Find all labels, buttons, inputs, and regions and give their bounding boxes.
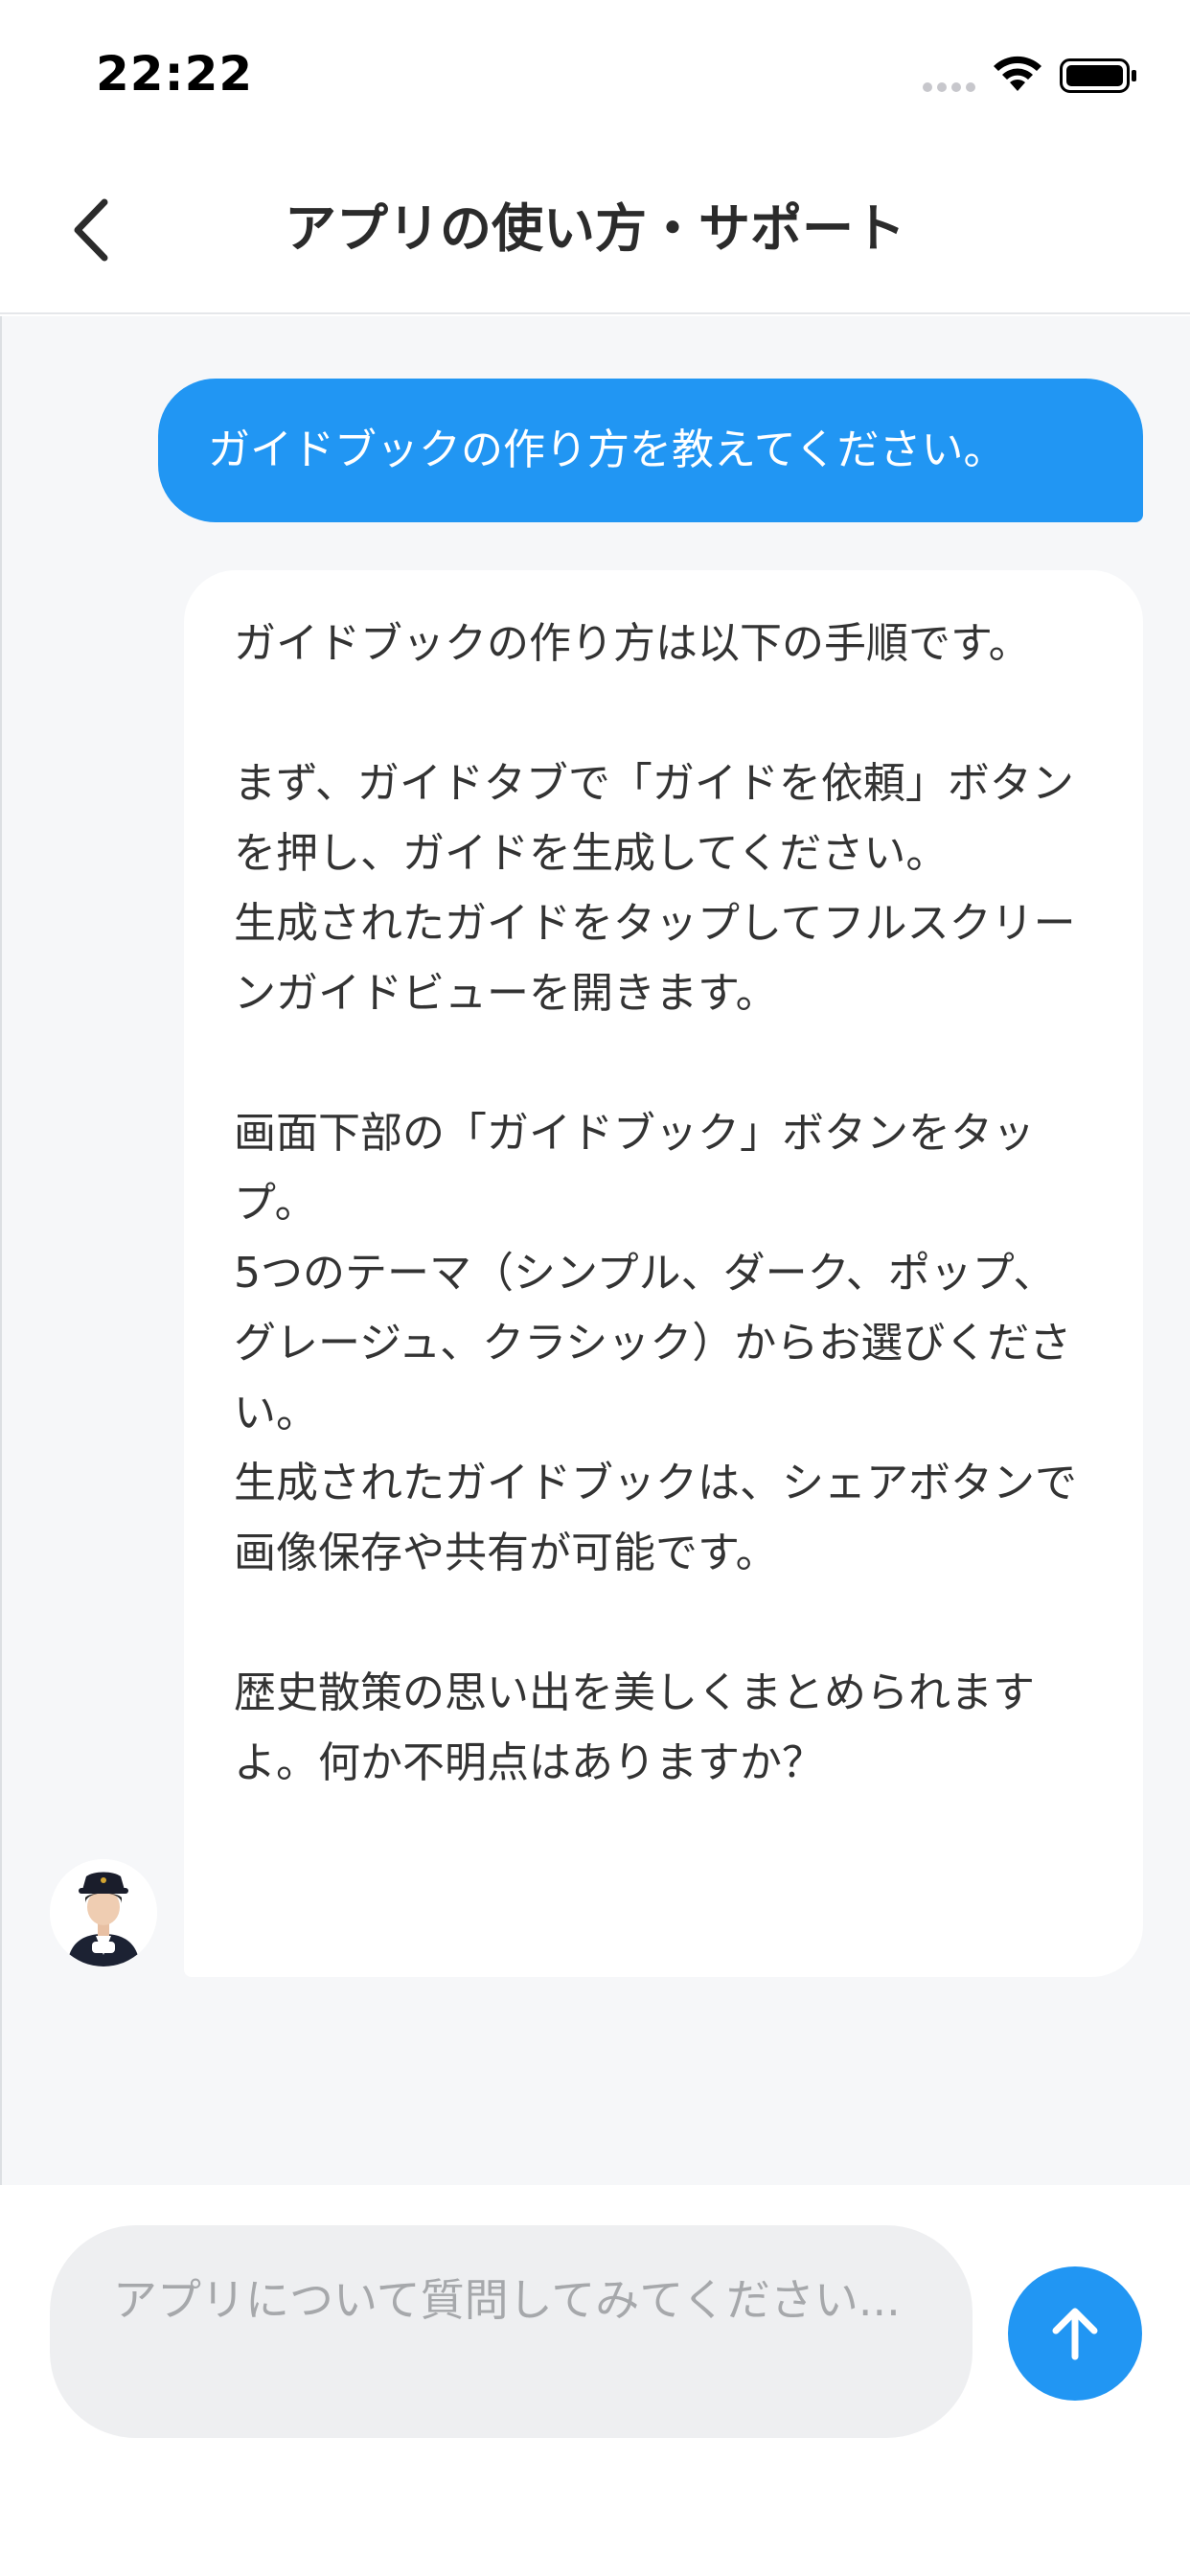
chat-area[interactable]: ガイドブックの作り方を教えてください。 ガイドブックの作り方は以下の手順です。 … — [0, 316, 1190, 2310]
wifi-icon — [994, 56, 1041, 91]
assistant-message-bubble: ガイドブックの作り方は以下の手順です。 まず、ガイドタブで「ガイドを依頼」ボタン… — [184, 570, 1143, 1977]
home-indicator-area — [0, 2511, 1190, 2576]
status-bar: 22:22 — [0, 0, 1190, 144]
navigation-bar: アプリの使い方・サポート — [0, 144, 1190, 314]
assistant-message-text: ガイドブックの作り方は以下の手順です。 まず、ガイドタブで「ガイドを依頼」ボタン… — [234, 619, 1077, 1787]
arrow-up-icon — [1052, 2308, 1098, 2360]
status-time: 22:22 — [96, 46, 254, 102]
message-input[interactable]: アプリについて質問してみてください... — [50, 2225, 973, 2438]
assistant-avatar — [50, 1859, 157, 1966]
back-button[interactable] — [56, 194, 123, 266]
user-message-bubble: ガイドブックの作り方を教えてください。 — [158, 379, 1143, 522]
chevron-left-icon — [74, 198, 108, 262]
guide-avatar-icon — [50, 1859, 157, 1966]
page-title: アプリの使い方・サポート — [285, 198, 905, 259]
cellular-signal-icon — [923, 82, 976, 94]
battery-icon — [1060, 58, 1136, 93]
send-button[interactable] — [1008, 2266, 1142, 2401]
